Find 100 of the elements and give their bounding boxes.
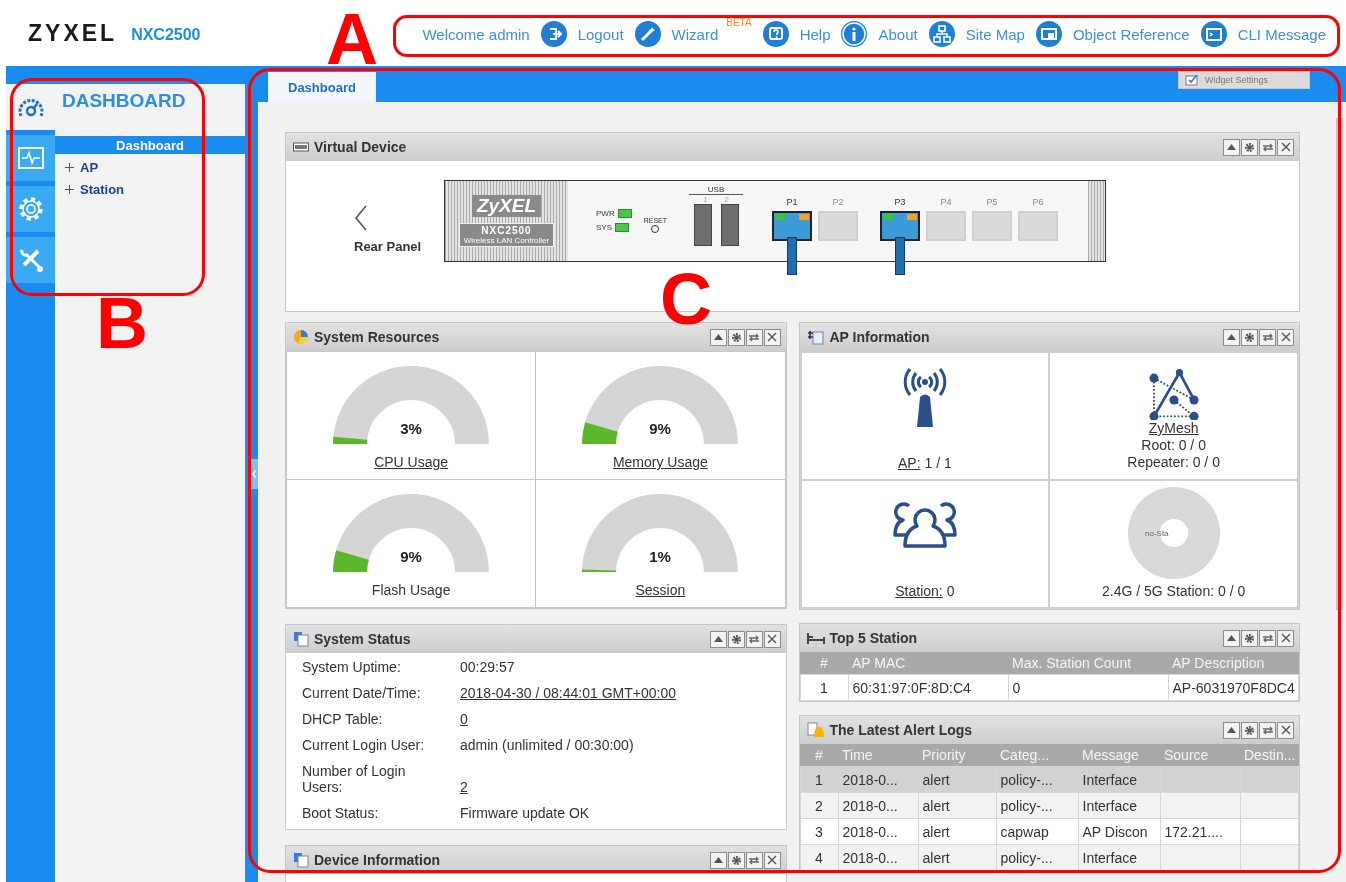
close-icon [767, 332, 777, 342]
collapse-button[interactable] [1223, 721, 1240, 739]
count-link[interactable]: Station: [895, 583, 943, 599]
gauge-link[interactable]: CPU Usage [374, 454, 449, 470]
refresh-button[interactable] [1259, 629, 1276, 647]
zymesh-link[interactable]: ZyMesh [1148, 420, 1199, 437]
count-link[interactable]: AP: [897, 455, 921, 471]
table-cell: alert [918, 818, 996, 845]
triangle-up-icon [1227, 144, 1236, 150]
menu-item[interactable]: AP [55, 156, 245, 178]
log-row[interactable]: 1 2018-0... alert policy-... Interface [800, 766, 1299, 793]
usb-port [693, 204, 712, 246]
status-link[interactable]: 2 [460, 779, 770, 795]
rear-panel-link[interactable]: Rear Panel [354, 239, 422, 254]
status-link[interactable]: 2018-04-30 / 08:44:01 GMT+00:00 [460, 685, 770, 701]
sidebar-tab[interactable] [6, 237, 55, 283]
document-icon [293, 852, 309, 868]
table-cell: alert [918, 792, 996, 819]
settings-icon [1244, 141, 1255, 153]
header-link[interactable]: About [878, 25, 918, 43]
collapse-button[interactable] [709, 851, 727, 869]
table-cell: Interface [1078, 766, 1160, 793]
collapse-button[interactable] [1223, 328, 1240, 346]
close-button[interactable] [763, 851, 781, 869]
band-station-count: 2.4G / 5G Station: 0 / 0 [1102, 583, 1246, 599]
close-button[interactable] [1277, 721, 1294, 739]
bell-icon [806, 721, 825, 739]
triangle-up-icon [713, 857, 723, 863]
info-icon [841, 21, 868, 47]
column-header: Priority [918, 744, 996, 767]
chevron-left-icon [251, 469, 257, 479]
refresh-icon [1261, 632, 1274, 644]
logout-icon [540, 21, 567, 47]
sidebar-tab[interactable] [6, 135, 55, 181]
gauge-link[interactable]: Session [635, 582, 686, 598]
model-name: NXC2500 [131, 25, 201, 44]
table-cell: 2018-0... [838, 844, 918, 871]
column-header: Message [1078, 744, 1160, 767]
refresh-button[interactable] [1259, 721, 1276, 739]
gauge-reading: 3% [400, 420, 422, 437]
log-row[interactable]: 4 2018-0... alert policy-... Interface [800, 844, 1299, 871]
settings-button[interactable] [1241, 629, 1258, 647]
log-row[interactable]: 3 2018-0... alert capwap AP Discon 172.21.... [800, 818, 1299, 845]
settings-button[interactable] [727, 328, 745, 346]
wand-icon [634, 21, 661, 47]
widget-settings-button[interactable]: Widget Settings [1178, 71, 1310, 89]
collapse-button[interactable] [1223, 138, 1240, 156]
settings-button[interactable] [1241, 721, 1258, 739]
collapse-button[interactable] [709, 328, 727, 346]
header-link[interactable]: Site Map [965, 25, 1025, 43]
port-label: P4 [940, 197, 952, 207]
column-header: AP MAC [848, 652, 1008, 675]
scrollbar-thumb[interactable] [1336, 118, 1343, 610]
tab[interactable]: Dashboard [268, 72, 376, 102]
close-button[interactable] [763, 630, 781, 648]
collapse-button[interactable] [1223, 629, 1240, 647]
menu-item[interactable]: Station [55, 178, 245, 200]
close-button[interactable] [1277, 138, 1294, 156]
ethernet-port[interactable] [880, 211, 920, 241]
collapse-button[interactable] [709, 630, 727, 648]
brand-logo: ZYXEL [28, 19, 118, 47]
pulse-monitor-icon [16, 146, 45, 170]
led-label: SYS [596, 223, 612, 232]
refresh-button[interactable] [745, 851, 763, 869]
close-button[interactable] [763, 328, 781, 346]
table-cell: 2 [800, 792, 838, 819]
settings-button[interactable] [727, 630, 745, 648]
refresh-button[interactable] [1259, 328, 1276, 346]
gauge-link[interactable]: Memory Usage [612, 454, 708, 470]
refresh-button[interactable] [1259, 138, 1276, 156]
terminal-icon [1200, 21, 1227, 47]
port-label: P2 [832, 197, 844, 207]
ethernet-port[interactable] [772, 211, 812, 241]
widget-title: The Latest Alert Logs [829, 722, 973, 738]
sidebar-tab[interactable] [6, 186, 55, 232]
mesh-count: Root: 0 / 0 [1141, 437, 1206, 454]
status-link[interactable]: 0 [460, 711, 770, 727]
refresh-icon [1261, 331, 1274, 343]
table-cell: Interface [1078, 792, 1160, 819]
close-button[interactable] [1277, 629, 1294, 647]
settings-button[interactable] [1241, 138, 1258, 156]
status-value: admin (unlimited / 00:30:00) [460, 737, 635, 753]
port-label: P6 [1032, 197, 1044, 207]
log-row[interactable]: 2 2018-0... alert policy-... Interface [800, 792, 1299, 819]
settings-button[interactable] [1241, 328, 1258, 346]
header-link[interactable]: Object Reference [1072, 25, 1190, 43]
settings-button[interactable] [727, 851, 745, 869]
callout-letter: B [96, 296, 148, 350]
close-icon [1280, 633, 1291, 643]
header-link[interactable]: CLI Message [1237, 25, 1326, 43]
refresh-button[interactable] [745, 630, 763, 648]
pie-chart-icon [293, 329, 309, 345]
table-cell: 3 [800, 818, 838, 845]
port-label: P3 [894, 197, 906, 207]
close-button[interactable] [1277, 328, 1294, 346]
status-label: Number of Login Users: [302, 763, 407, 795]
sidebar-tab[interactable] [6, 84, 55, 130]
refresh-button[interactable] [745, 328, 763, 346]
usb-port [720, 204, 739, 246]
collapse-handle[interactable] [250, 459, 258, 489]
